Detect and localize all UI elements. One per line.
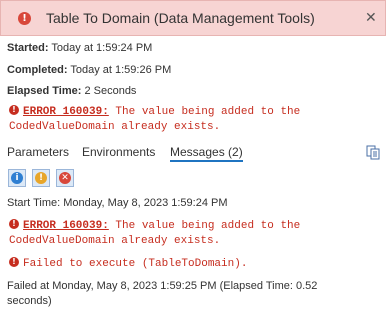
info-icon: i — [11, 172, 23, 184]
message-failed: Failed to execute (TableToDomain). — [9, 255, 248, 272]
completed-value: Today at 1:59:26 PM — [70, 64, 172, 76]
started-value: Today at 1:59:24 PM — [51, 42, 153, 54]
tool-header: Table To Domain (Data Management Tools) … — [0, 0, 386, 36]
close-icon[interactable]: ✕ — [365, 9, 377, 26]
message-end-line-2: seconds) — [7, 295, 52, 307]
error-filter-toggle[interactable]: ✕ — [56, 169, 74, 187]
summary-error-text: The value being added to the — [108, 106, 301, 118]
message-failed-text: Failed to execute (TableToDomain). — [23, 258, 248, 270]
completed-label: Completed: — [7, 64, 68, 76]
elapsed-value: 2 Seconds — [84, 85, 137, 97]
error-icon: ✕ — [59, 172, 71, 184]
tab-parameters[interactable]: Parameters — [7, 145, 69, 159]
error-icon — [9, 217, 19, 231]
message-start-time: Start Time: Monday, May 8, 2023 1:59:24 … — [7, 197, 228, 209]
completed-row: Completed: Today at 1:59:26 PM — [7, 64, 171, 76]
tab-messages[interactable]: Messages (2) — [170, 145, 243, 162]
error-icon — [9, 103, 19, 117]
tab-environments[interactable]: Environments — [82, 145, 155, 159]
error-icon — [9, 255, 19, 269]
started-row: Started: Today at 1:59:24 PM — [7, 42, 152, 54]
tool-title: Table To Domain (Data Management Tools) — [46, 10, 315, 26]
error-icon — [18, 11, 31, 26]
summary-error-code-link[interactable]: ERROR 160039: — [23, 106, 109, 118]
message-error-text: The value being added to the — [108, 220, 301, 232]
elapsed-row: Elapsed Time: 2 Seconds — [7, 85, 136, 97]
info-filter-toggle[interactable]: i — [8, 169, 26, 187]
elapsed-label: Elapsed Time: — [7, 85, 82, 97]
message-end-time: Failed at Monday, May 8, 2023 1:59:25 PM… — [7, 279, 317, 309]
summary-error-text-2: CodedValueDomain already exists. — [9, 121, 221, 133]
message-error-text-2: CodedValueDomain already exists. — [9, 235, 221, 247]
warning-icon: ! — [35, 172, 47, 184]
message-end-line-1: Failed at Monday, May 8, 2023 1:59:25 PM… — [7, 280, 318, 292]
message-error: ERROR 160039: The value being added to t… — [9, 217, 301, 249]
summary-error: ERROR 160039: The value being added to t… — [9, 103, 301, 135]
started-label: Started: — [7, 42, 49, 54]
warning-filter-toggle[interactable]: ! — [32, 169, 50, 187]
copy-icon[interactable] — [366, 145, 380, 160]
message-error-code-link[interactable]: ERROR 160039: — [23, 220, 109, 232]
